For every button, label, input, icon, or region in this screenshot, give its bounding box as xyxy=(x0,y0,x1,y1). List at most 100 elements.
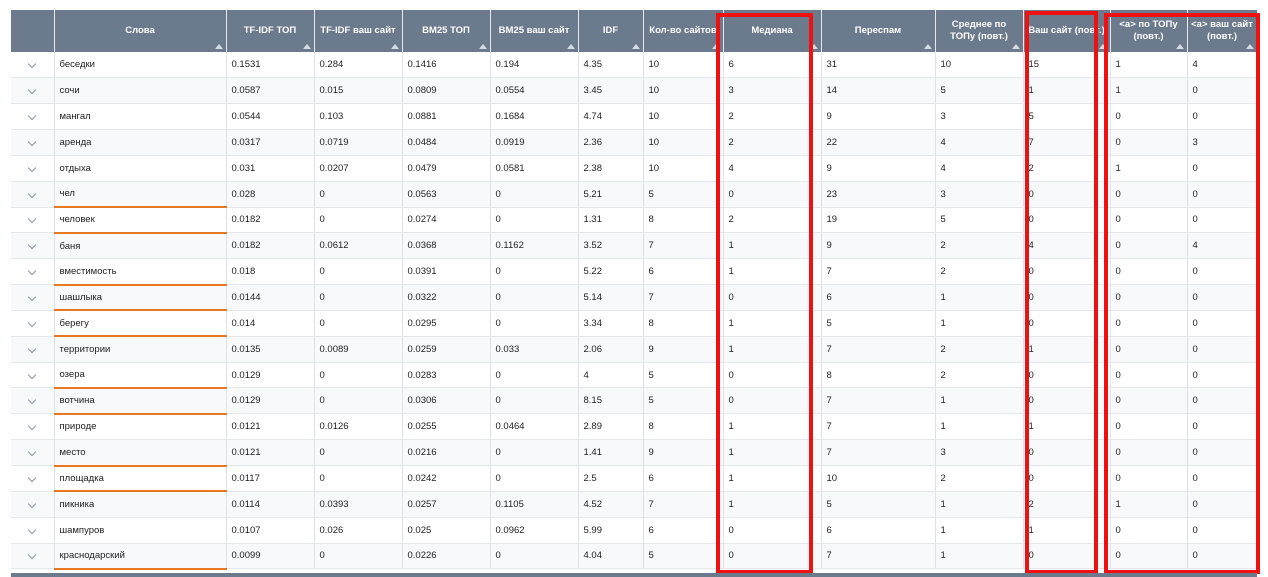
chevron-down-icon[interactable] xyxy=(28,215,37,224)
cell-your-site: 0 xyxy=(1023,387,1111,415)
column-header-word[interactable]: Слова xyxy=(54,10,227,52)
table-row: краснодарский 0.0099 0 0.0226 0 4.04 5 0 7 1 0 0 0 xyxy=(11,543,1258,570)
chevron-down-icon[interactable] xyxy=(28,499,37,509)
column-header-median[interactable]: Медиана xyxy=(723,10,822,52)
column-header-sites[interactable]: Кол-во сайтов xyxy=(643,10,724,52)
chevron-down-icon[interactable] xyxy=(28,163,37,173)
cell-bm25-site: 0.033 xyxy=(490,336,579,363)
cell-avg-top: 1 xyxy=(935,543,1024,570)
chevron-down-icon[interactable] xyxy=(28,447,37,457)
expand-cell[interactable] xyxy=(11,103,55,131)
cell-a-top: 0 xyxy=(1110,258,1188,286)
chevron-down-icon[interactable] xyxy=(28,59,37,69)
sort-arrow-icon[interactable] xyxy=(923,44,932,49)
column-header-bm25-top[interactable]: BM25 ТОП xyxy=(402,10,491,52)
column-header-bm25-site[interactable]: BM25 ваш сайт xyxy=(490,10,579,52)
cell-tfidf-top: 0.0135 xyxy=(226,336,315,363)
chevron-down-icon[interactable] xyxy=(28,370,37,379)
expand-cell[interactable] xyxy=(11,310,55,337)
cell-median: 1 xyxy=(723,310,822,337)
expand-cell[interactable] xyxy=(11,155,55,182)
cell-median: 2 xyxy=(723,103,822,131)
cell-word: природе xyxy=(54,413,227,441)
column-header-a-top[interactable]: <a> по ТОПу (повт.) xyxy=(1110,10,1188,52)
cell-bm25-top: 0.0216 xyxy=(402,439,491,466)
sort-arrow-icon[interactable] xyxy=(1245,44,1254,49)
column-header-your-site[interactable]: Ваш сайт (повт.) xyxy=(1023,10,1111,52)
chevron-down-icon[interactable] xyxy=(28,266,37,276)
sort-arrow-icon[interactable] xyxy=(631,44,640,49)
expand-cell[interactable] xyxy=(11,77,55,105)
column-header-tfidf-top[interactable]: TF-IDF ТОП xyxy=(226,10,315,52)
chevron-down-icon[interactable] xyxy=(28,241,37,250)
chevron-down-icon[interactable] xyxy=(28,189,37,198)
cell-word: чел xyxy=(54,181,227,209)
column-header-avg-top[interactable]: Среднее по ТОПу (повт.) xyxy=(935,10,1024,52)
expand-cell[interactable] xyxy=(11,52,55,79)
column-header-overspam[interactable]: Переспам xyxy=(821,10,936,52)
chevron-down-icon[interactable] xyxy=(28,344,37,353)
table-row: аренда 0.0317 0.0719 0.0484 0.0919 2.36 10 2 22 4… xyxy=(11,129,1258,156)
chevron-down-icon[interactable] xyxy=(28,421,37,431)
cell-bm25-site: 0 xyxy=(490,439,579,466)
sort-arrow-icon[interactable] xyxy=(302,44,311,49)
expand-cell[interactable] xyxy=(11,336,55,363)
chevron-down-icon[interactable] xyxy=(28,473,37,483)
chevron-down-icon[interactable] xyxy=(28,111,37,121)
chevron-down-icon[interactable] xyxy=(28,292,37,302)
sort-arrow-icon[interactable] xyxy=(390,44,399,49)
table-row: шашлыка 0.0144 0 0.0322 0 5.14 7 0 6 1 0 0 0 xyxy=(11,284,1258,312)
sort-arrow-icon[interactable] xyxy=(1175,44,1184,49)
expand-cell[interactable] xyxy=(11,413,55,441)
expand-cell[interactable] xyxy=(11,465,55,492)
expand-cell[interactable] xyxy=(11,491,55,518)
cell-a-site: 0 xyxy=(1187,207,1258,234)
cell-your-site: 0 xyxy=(1023,362,1111,389)
sort-arrow-icon[interactable] xyxy=(1011,44,1020,49)
cell-median: 0 xyxy=(723,284,822,311)
expand-cell[interactable] xyxy=(11,517,55,544)
table-row: место 0.0121 0 0.0216 0 1.41 9 1 7 3 0 0 0 xyxy=(11,439,1258,467)
cell-bm25-site: 0.0554 xyxy=(490,77,579,105)
sort-arrow-icon[interactable] xyxy=(1098,44,1107,49)
cell-a-site: 0 xyxy=(1187,155,1258,182)
cell-bm25-top: 0.0479 xyxy=(402,155,491,182)
chevron-down-icon[interactable] xyxy=(28,551,37,560)
table-row: отдыха 0.031 0.0207 0.0479 0.0581 2.38 10 4 9 4 2 1… xyxy=(11,155,1258,182)
expand-cell[interactable] xyxy=(11,439,55,466)
sort-arrow-icon[interactable] xyxy=(566,44,575,49)
cell-avg-top: 1 xyxy=(935,413,1024,441)
cell-bm25-site: 0 xyxy=(490,181,579,208)
sort-arrow-icon[interactable] xyxy=(478,44,487,49)
expand-cell[interactable] xyxy=(11,362,55,389)
cell-your-site: 0 xyxy=(1023,439,1111,466)
cell-overspam: 9 xyxy=(821,103,936,131)
column-header-tfidf-site[interactable]: TF-IDF ваш сайт xyxy=(314,10,403,52)
cell-sites: 5 xyxy=(643,362,724,389)
column-header-idf[interactable]: IDF xyxy=(578,10,644,52)
expand-cell[interactable] xyxy=(11,181,55,208)
expand-cell[interactable] xyxy=(11,258,55,286)
cell-bm25-site: 0 xyxy=(490,465,579,492)
cell-a-top: 0 xyxy=(1110,543,1188,570)
expand-cell[interactable] xyxy=(11,207,55,234)
expand-cell[interactable] xyxy=(11,129,55,156)
cell-word: мангал xyxy=(54,103,227,131)
cell-a-top: 0 xyxy=(1110,517,1188,544)
expand-cell[interactable] xyxy=(11,232,55,260)
chevron-down-icon[interactable] xyxy=(28,86,37,95)
sort-arrow-icon[interactable] xyxy=(214,44,223,49)
sort-arrow-icon[interactable] xyxy=(809,44,818,49)
column-header-a-site[interactable]: <a> ваш сайт (повт.) xyxy=(1187,10,1258,52)
expand-cell[interactable] xyxy=(11,543,55,570)
sort-arrow-icon[interactable] xyxy=(711,44,720,49)
chevron-down-icon[interactable] xyxy=(28,525,37,534)
expand-cell[interactable] xyxy=(11,284,55,311)
expand-cell[interactable] xyxy=(11,387,55,415)
column-header-label: <a> ваш сайт (повт.) xyxy=(1191,19,1253,42)
chevron-down-icon[interactable] xyxy=(28,137,37,147)
chevron-down-icon[interactable] xyxy=(28,396,37,405)
cell-sites: 8 xyxy=(643,413,724,441)
chevron-down-icon[interactable] xyxy=(28,318,37,328)
cell-a-top: 0 xyxy=(1110,465,1188,492)
